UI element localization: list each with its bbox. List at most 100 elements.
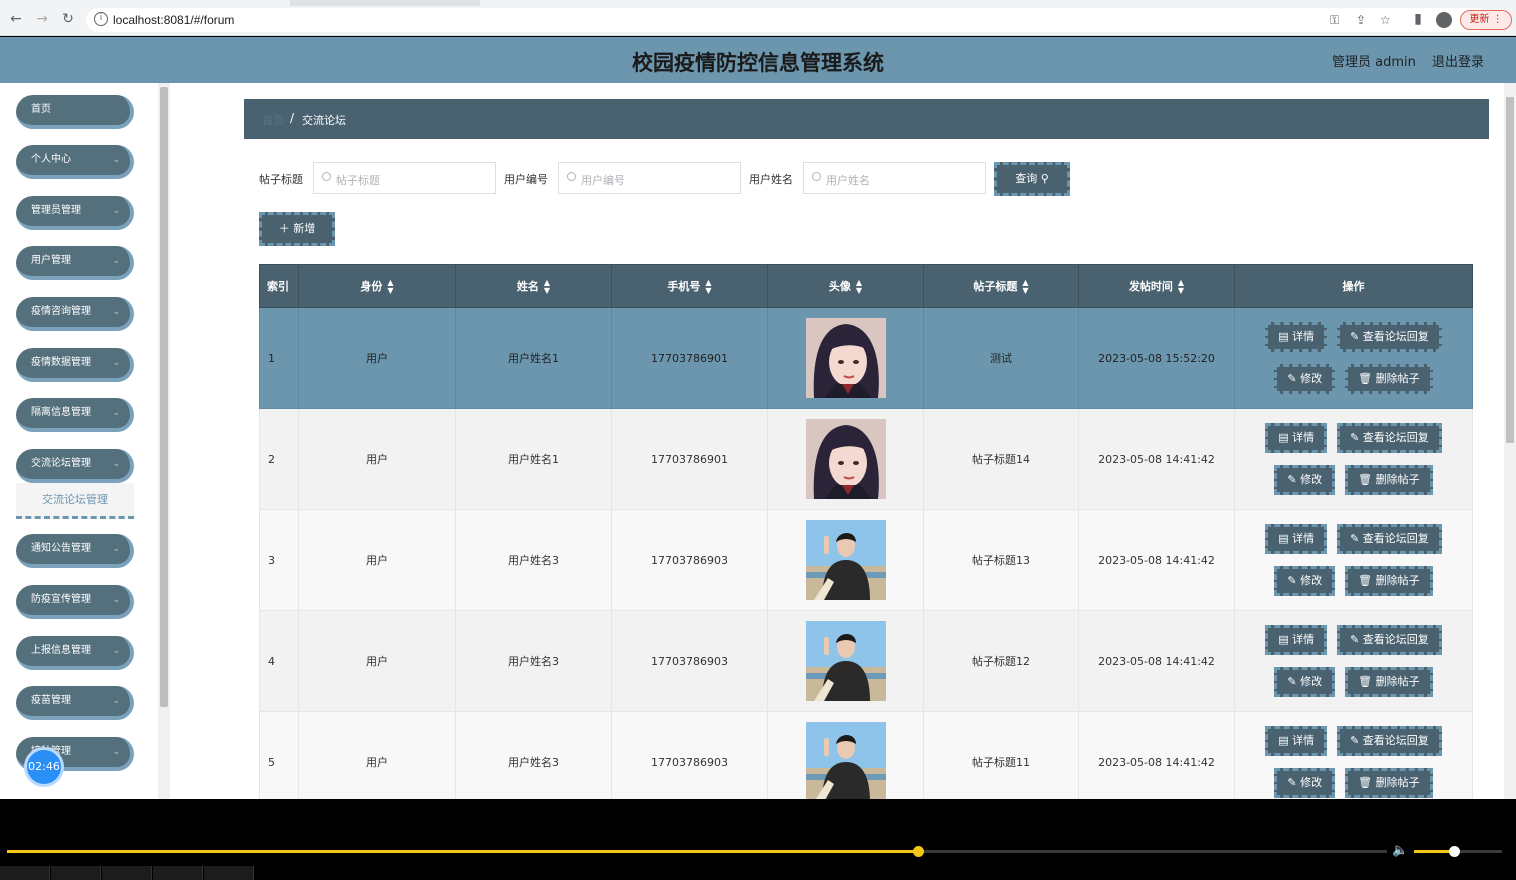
- taskbar-slot[interactable]: [0, 866, 50, 880]
- sort-icon[interactable]: ▲ ▼: [856, 278, 862, 295]
- table-row[interactable]: 3 用户 用户姓名3 17703786903 帖子标题13 2023-05-08 14:4…: [259, 509, 1473, 611]
- detail-button-label: 详情: [1292, 330, 1315, 343]
- star-icon[interactable]: ☆: [1380, 13, 1391, 27]
- sort-icon[interactable]: ▲ ▼: [1022, 278, 1028, 295]
- progress-knob[interactable]: [912, 846, 924, 857]
- sort-icon[interactable]: ▲ ▼: [387, 278, 393, 295]
- avatar-image: [806, 621, 886, 701]
- detail-button[interactable]: ▤ 详情: [1265, 322, 1328, 352]
- cell-name: 用户姓名1: [455, 307, 612, 409]
- edit-button[interactable]: ✎ 修改: [1274, 768, 1336, 798]
- col-header-time[interactable]: 发帖时间 ▲ ▼: [1078, 264, 1235, 308]
- view-replies-button-label: 查看论坛回复: [1362, 734, 1429, 747]
- sidebar-item-admins[interactable]: 管理员管理 ⌄: [16, 196, 134, 230]
- view-replies-button[interactable]: ✎ 查看论坛回复: [1337, 726, 1442, 756]
- document-icon: ▤: [1278, 734, 1293, 747]
- col-header-name[interactable]: 姓名 ▲ ▼: [455, 264, 612, 308]
- sidebar-item-consult[interactable]: 疫情咨询管理 ⌄: [16, 297, 134, 331]
- view-replies-button[interactable]: ✎ 查看论坛回复: [1337, 625, 1442, 655]
- sidebar-item-epidemic-data[interactable]: 疫情数据管理 ⌄: [16, 348, 134, 382]
- username-filter-input[interactable]: 用户姓名: [803, 162, 986, 194]
- edit-icon: ✎: [1350, 330, 1363, 343]
- table-row[interactable]: 4 用户 用户姓名3 17703786903 帖子标题12 2023-05-08 14:4…: [259, 610, 1473, 712]
- table-row[interactable]: 2 用户 用户姓名1 17703786901 帖子标题14 2023-05-08 14:4…: [259, 408, 1473, 510]
- sidebar-item-vaccine[interactable]: 疫苗管理 ⌄: [16, 686, 134, 720]
- sort-icon[interactable]: ▲ ▼: [705, 278, 711, 295]
- col-header-identity[interactable]: 身份 ▲ ▼: [298, 264, 456, 308]
- sort-icon[interactable]: ▲ ▼: [544, 278, 550, 295]
- col-header-avatar[interactable]: 头像 ▲ ▼: [767, 264, 924, 308]
- sidebar-subitem-forum-manage[interactable]: 交流论坛管理: [16, 483, 134, 519]
- view-replies-button[interactable]: ✎ 查看论坛回复: [1337, 322, 1442, 352]
- cell-phone: 17703786903: [611, 610, 768, 712]
- view-replies-button[interactable]: ✎ 查看论坛回复: [1337, 524, 1442, 554]
- taskbar-slot[interactable]: [204, 866, 254, 880]
- cell-phone: 17703786903: [611, 711, 768, 799]
- search-button[interactable]: 查询 ⚲: [994, 162, 1070, 196]
- delete-button[interactable]: 🗑 删除帖子: [1345, 465, 1433, 495]
- cell-identity: 用户: [298, 509, 456, 611]
- delete-button[interactable]: 🗑 删除帖子: [1345, 364, 1433, 394]
- share-icon[interactable]: ⇪: [1356, 13, 1366, 27]
- volume-knob[interactable]: [1448, 846, 1460, 857]
- taskbar-slot[interactable]: [153, 866, 203, 880]
- table-row[interactable]: 1 用户 用户姓名1 17703786901 测试 2023-05-08 15:52:20…: [259, 307, 1473, 409]
- sidebar-item-users[interactable]: 用户管理 ⌄: [16, 246, 134, 280]
- detail-button[interactable]: ▤ 详情: [1265, 625, 1328, 655]
- table-row[interactable]: 5 用户 用户姓名3 17703786903 帖子标题11 2023-05-08 14:4…: [259, 711, 1473, 799]
- sidebar-scrollbar[interactable]: [158, 83, 170, 799]
- delete-button-label: 删除帖子: [1375, 372, 1420, 385]
- taskbar-slot[interactable]: [102, 866, 152, 880]
- sidebar-item-quarantine[interactable]: 隔离信息管理 ⌄: [16, 398, 134, 432]
- plus-icon: ＋: [278, 222, 290, 235]
- col-header-actions: 操作: [1234, 264, 1473, 308]
- edit-button[interactable]: ✎ 修改: [1274, 566, 1336, 596]
- sidebar-item-home[interactable]: 首页: [16, 95, 134, 129]
- forward-arrow-icon[interactable]: →: [34, 11, 50, 27]
- cell-title: 帖子标题11: [923, 711, 1079, 799]
- delete-button[interactable]: 🗑 删除帖子: [1345, 566, 1433, 596]
- detail-button[interactable]: ▤ 详情: [1265, 524, 1328, 554]
- sidebar-item-publicity[interactable]: 防疫宣传管理 ⌄: [16, 585, 134, 619]
- sidebar-item-label: 个人中心: [31, 154, 71, 165]
- cell-avatar: [767, 711, 924, 799]
- taskbar-slot[interactable]: [51, 866, 101, 880]
- profile-avatar-icon[interactable]: [1436, 12, 1452, 28]
- edit-button[interactable]: ✎ 修改: [1274, 667, 1336, 697]
- sidebar-item-profile[interactable]: 个人中心 ⌄: [16, 145, 134, 179]
- edit-icon: ✎: [1287, 372, 1301, 385]
- back-arrow-icon[interactable]: ←: [8, 11, 24, 27]
- sidebar-item-report[interactable]: 上报信息管理 ⌄: [16, 636, 134, 670]
- title-filter-input[interactable]: 帖子标题: [313, 162, 496, 194]
- add-button[interactable]: ＋ 新增: [259, 212, 335, 246]
- sidebar-item-notice[interactable]: 通知公告管理 ⌄: [16, 534, 134, 568]
- site-info-icon[interactable]: i: [94, 12, 108, 26]
- sidebar-item-forum[interactable]: 交流论坛管理 ⌄: [16, 449, 134, 483]
- sidebar-panel-icon[interactable]: ▮: [1410, 11, 1426, 27]
- volume-icon[interactable]: 🔈: [1392, 843, 1408, 858]
- delete-button[interactable]: 🗑 删除帖子: [1345, 667, 1433, 697]
- detail-button[interactable]: ▤ 详情: [1265, 726, 1328, 756]
- edit-button[interactable]: ✎ 修改: [1274, 465, 1336, 495]
- edit-button[interactable]: ✎ 修改: [1274, 364, 1336, 394]
- update-button[interactable]: 更新 ⋮: [1460, 10, 1512, 30]
- address-bar[interactable]: i localhost:8081/#/forum ⚿ ⇪ ☆: [86, 8, 1488, 32]
- update-label: 更新: [1469, 14, 1490, 25]
- view-replies-button[interactable]: ✎ 查看论坛回复: [1337, 423, 1442, 453]
- col-header-title[interactable]: 帖子标题 ▲ ▼: [923, 264, 1079, 308]
- breadcrumb-home[interactable]: 首页: [262, 112, 284, 128]
- sort-icon[interactable]: ▲ ▼: [1178, 278, 1184, 295]
- view-replies-button-label: 查看论坛回复: [1362, 330, 1429, 343]
- trash-icon: 🗑: [1358, 574, 1376, 587]
- reload-icon[interactable]: ↻: [60, 11, 76, 27]
- delete-button-label: 删除帖子: [1375, 675, 1420, 688]
- key-icon[interactable]: ⚿: [1330, 13, 1339, 28]
- delete-button[interactable]: 🗑 删除帖子: [1345, 768, 1433, 798]
- document-icon: ▤: [1278, 633, 1293, 646]
- detail-button[interactable]: ▤ 详情: [1265, 423, 1328, 453]
- logout-link[interactable]: 退出登录: [1432, 51, 1484, 70]
- page-scrollbar[interactable]: [1504, 83, 1516, 799]
- userno-filter-input[interactable]: 用户编号: [558, 162, 741, 194]
- col-header-phone[interactable]: 手机号 ▲ ▼: [611, 264, 768, 308]
- col-header-title-label: 帖子标题: [973, 279, 1018, 293]
